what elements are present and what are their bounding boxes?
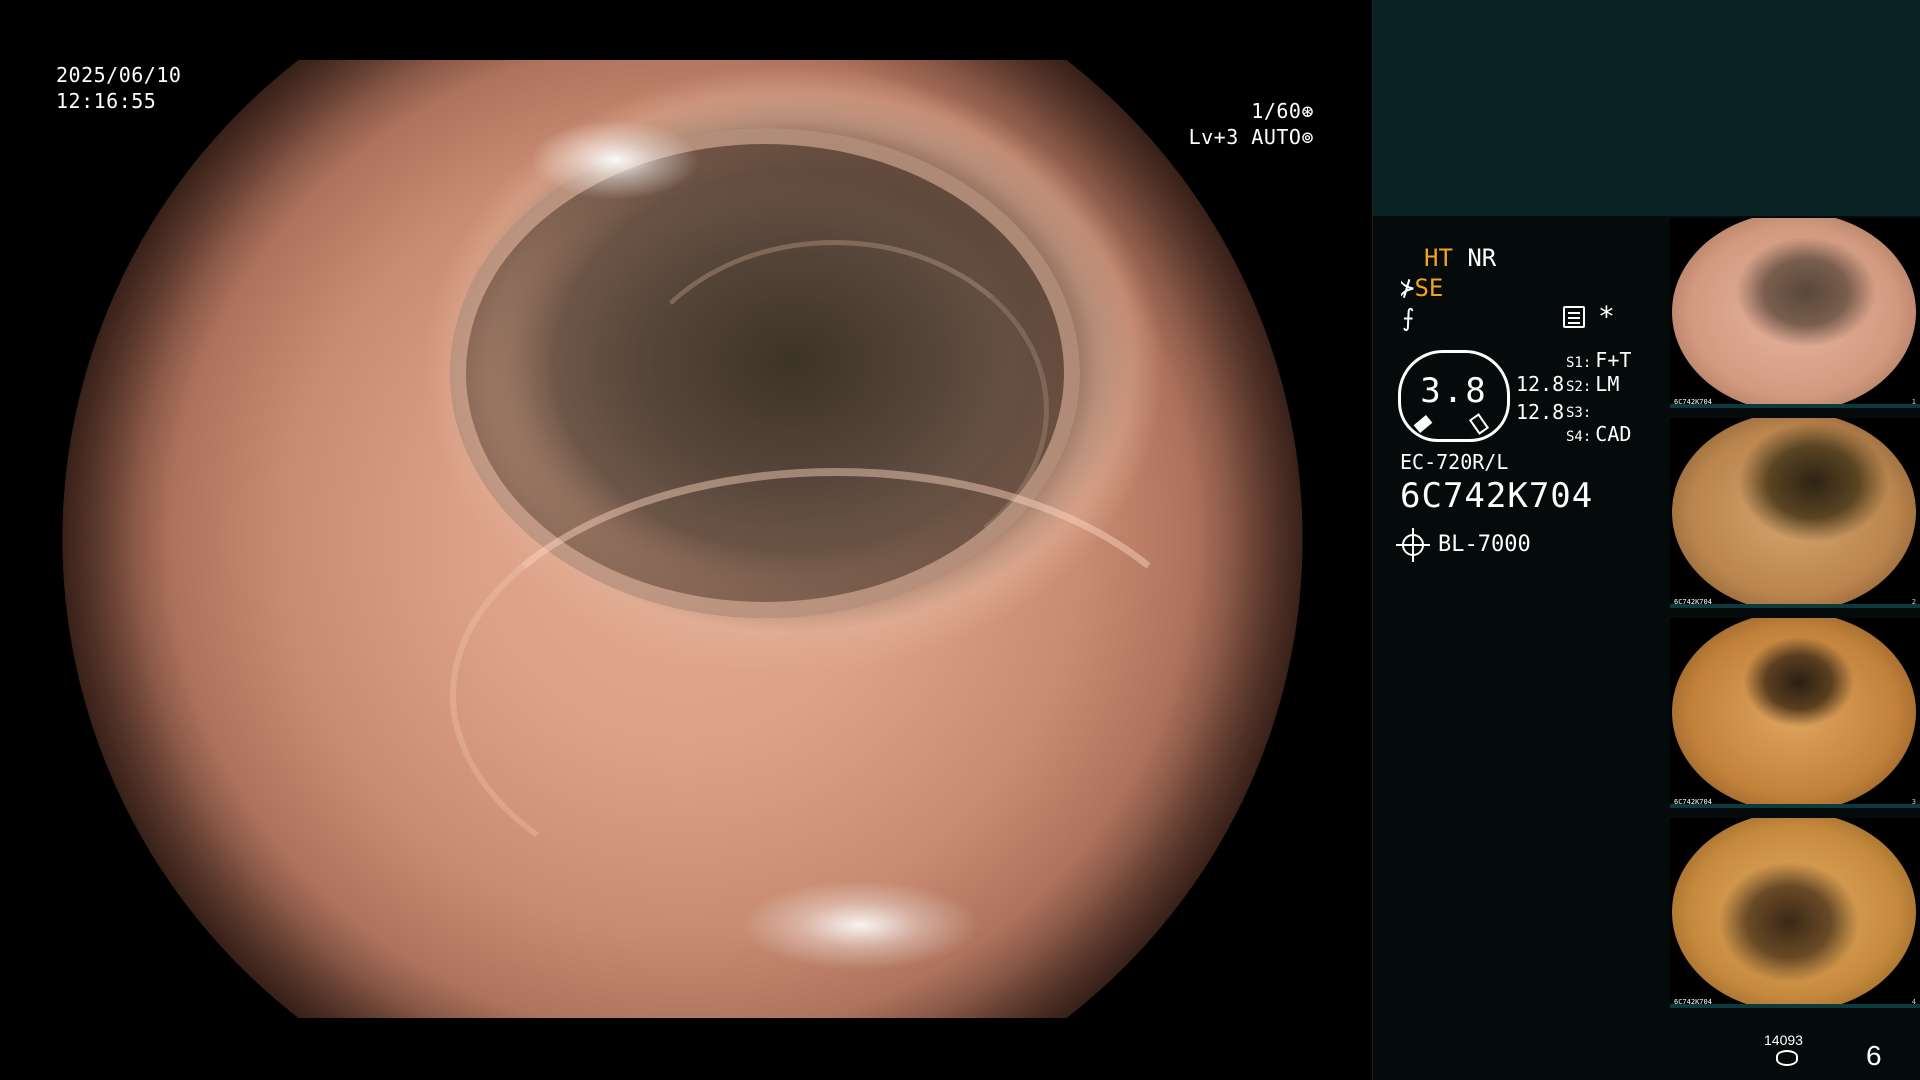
zoom-dial: 3.8 [1398, 350, 1510, 442]
switch-3: S3: [1566, 398, 1595, 422]
switch-4: S4: CAD [1566, 422, 1631, 446]
dial-marker [1413, 415, 1433, 433]
database-icon [1776, 1050, 1798, 1066]
dial-marker [1468, 413, 1490, 435]
captured-thumbnail[interactable]: 6C742K704 4 [1670, 818, 1920, 1008]
se-row: ⊁SE [1400, 274, 1443, 302]
switch-2: S2: LM [1566, 372, 1619, 396]
image-mode-row: HT NR [1424, 244, 1496, 272]
time-text: 12:16:55 [56, 89, 157, 113]
storage-count: 14093 [1764, 1032, 1803, 1048]
thumbnail-bar [1670, 604, 1920, 608]
light-source-icon [1396, 528, 1430, 562]
nr-indicator: NR [1467, 244, 1497, 272]
structure-enhance-icon: ⊁ [1400, 274, 1415, 302]
thumbnail-image [1672, 218, 1916, 408]
thumbnail-image [1672, 818, 1916, 1008]
switch-label: S1: [1566, 355, 1592, 371]
switch-value: CAD [1595, 422, 1632, 446]
thumbnail-bar [1670, 1004, 1920, 1008]
switch-value: F+T [1595, 348, 1632, 372]
vignette [62, 60, 1303, 1018]
datetime-display: 2025/06/10 12:16:55 [56, 62, 181, 114]
exposure-display: 1/60⊛ Lv+3 AUTO⊚ [1189, 98, 1314, 150]
captured-thumbnail[interactable]: 6C742K704 1 [1670, 218, 1920, 408]
switch-label: S2: [1566, 379, 1592, 395]
switch-label: S3: [1566, 405, 1592, 421]
switch-label: S4: [1566, 429, 1592, 445]
switch-1: S1: F+T [1566, 348, 1631, 372]
date-text: 2025/06/10 [56, 63, 182, 87]
thumbnail-bar [1670, 404, 1920, 408]
captured-thumbnail[interactable]: 6C742K704 3 [1670, 618, 1920, 808]
gain-value: 12.8 [1516, 372, 1565, 396]
settings-list-icon [1563, 306, 1585, 328]
panel-header [1373, 0, 1920, 216]
auto-exposure-icon: ⊚ [1301, 125, 1314, 149]
scope-model: EC-720R/L [1400, 450, 1509, 474]
thumbnail-bar [1670, 804, 1920, 808]
endoscope-view [60, 60, 1305, 1018]
asterisk-indicator: * [1598, 300, 1615, 333]
shutter-text: 1/60 [1251, 99, 1302, 123]
aperture-icon: ⊛ [1301, 99, 1314, 123]
page-number: 6 [1866, 1040, 1882, 1071]
ht-indicator: HT [1424, 244, 1453, 272]
thumbnail-image [1672, 418, 1916, 608]
switch-value: LM [1595, 372, 1620, 396]
zoom-value: 3.8 [1420, 371, 1488, 411]
gain-value: 12.8 [1516, 400, 1565, 424]
se-indicator: SE [1414, 274, 1444, 302]
level-text: Lv+3 AUTO [1188, 125, 1302, 149]
scope-serial: 6C742K704 [1400, 476, 1594, 516]
thumbnail-image [1672, 618, 1916, 808]
captured-thumbnail[interactable]: 6C742K704 2 [1670, 418, 1920, 608]
light-source-model: BL-7000 [1438, 532, 1531, 557]
color-mode-icon: ⨍ [1402, 304, 1415, 332]
